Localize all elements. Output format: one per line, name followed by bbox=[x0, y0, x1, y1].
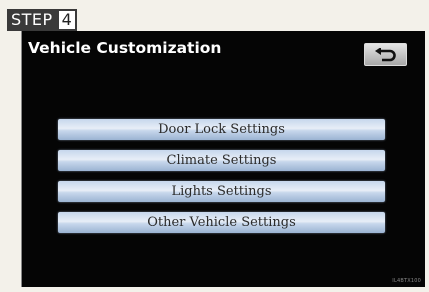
back-button[interactable] bbox=[364, 43, 407, 66]
step-label: STEP 4 bbox=[7, 9, 77, 31]
figure-code: IL4BTX100 bbox=[392, 278, 421, 284]
lights-settings-button[interactable]: Lights Settings bbox=[58, 181, 385, 202]
vehicle-customization-screen: Vehicle Customization Door Lock Settings… bbox=[21, 31, 425, 287]
settings-menu: Door Lock Settings Climate Settings Ligh… bbox=[58, 119, 385, 233]
step-number: 4 bbox=[56, 9, 77, 31]
door-lock-settings-button[interactable]: Door Lock Settings bbox=[58, 119, 385, 140]
step-word: STEP bbox=[7, 9, 57, 31]
other-vehicle-settings-button[interactable]: Other Vehicle Settings bbox=[58, 212, 385, 233]
return-arrow-icon bbox=[374, 47, 396, 61]
climate-settings-button[interactable]: Climate Settings bbox=[58, 150, 385, 171]
screen-title: Vehicle Customization bbox=[28, 39, 222, 57]
